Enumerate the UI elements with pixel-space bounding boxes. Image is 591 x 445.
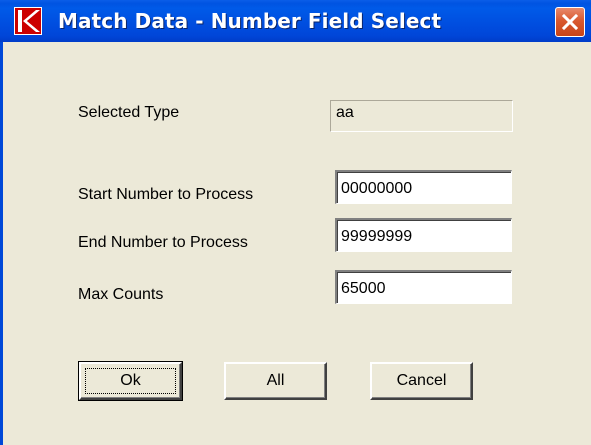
close-button[interactable]	[555, 7, 585, 37]
window-border	[0, 42, 3, 445]
ok-button[interactable]: Ok	[78, 361, 183, 401]
window-title: Match Data - Number Field Select	[58, 9, 442, 33]
title-bar[interactable]: Match Data - Number Field Select	[0, 0, 591, 42]
cancel-button-label: Cancel	[396, 372, 447, 389]
selected-type-value: aa	[330, 100, 513, 132]
start-number-label: Start Number to Process	[78, 186, 254, 203]
end-number-input[interactable]	[335, 218, 512, 252]
cancel-button[interactable]: Cancel	[370, 362, 473, 400]
close-icon	[561, 13, 579, 31]
max-counts-input[interactable]	[335, 270, 512, 304]
start-number-input[interactable]	[335, 170, 512, 204]
selected-type-label: Selected Type	[78, 104, 180, 121]
focus-rectangle	[85, 368, 176, 394]
end-number-label: End Number to Process	[78, 234, 248, 251]
all-button-label: All	[266, 372, 285, 389]
app-logo-icon	[14, 7, 42, 35]
max-counts-label: Max Counts	[78, 286, 164, 303]
all-button[interactable]: All	[224, 362, 327, 400]
dialog-window: Match Data - Number Field Select Selecte…	[0, 0, 591, 445]
